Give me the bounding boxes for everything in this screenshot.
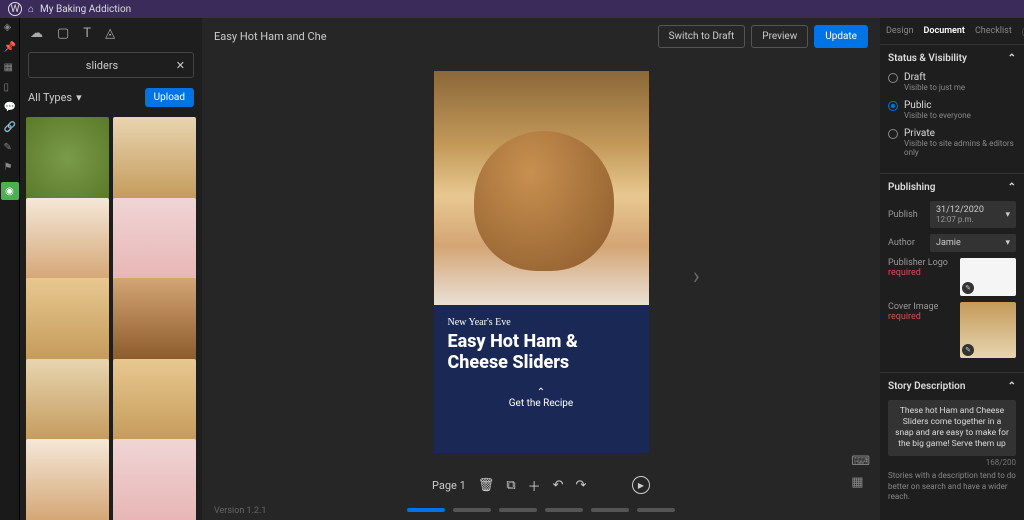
- story-title-input[interactable]: [214, 30, 334, 43]
- media-thumb[interactable]: [113, 439, 196, 520]
- delete-icon[interactable]: 🗑: [478, 478, 495, 493]
- site-name[interactable]: My Baking Addiction: [40, 4, 131, 15]
- status-draft[interactable]: DraftVisible to just me: [888, 72, 1016, 92]
- dashboard-icon[interactable]: ◈: [4, 22, 16, 34]
- preview-button[interactable]: Preview: [751, 25, 808, 48]
- version-label: Version 1.2.1: [214, 506, 266, 516]
- wp-sidebar-rail: ◈ 📌 ▦ ▯ 💬 🔗 ✎ ⚑ ◉: [0, 18, 20, 520]
- media-thumb[interactable]: [26, 439, 109, 520]
- upload-cloud-icon[interactable]: ☁: [30, 26, 43, 41]
- comments-icon[interactable]: 💬: [4, 102, 16, 114]
- page-indicator[interactable]: [591, 508, 629, 512]
- media-thumb[interactable]: [26, 278, 109, 361]
- char-count: 168/200: [888, 458, 1016, 467]
- stories-icon[interactable]: ◉: [1, 182, 19, 200]
- pin-icon[interactable]: 📌: [4, 42, 16, 54]
- redo-icon[interactable]: ↷: [576, 478, 587, 493]
- media-search[interactable]: ✕: [28, 52, 194, 78]
- page-indicators: [202, 500, 880, 520]
- grid-view-icon[interactable]: ▦: [851, 475, 870, 490]
- chevron-down-icon: ▾: [76, 91, 82, 104]
- story-page[interactable]: HAPPY NEW YEAR! New Year's Eve Easy Hot …: [434, 71, 649, 453]
- image-icon[interactable]: ▢: [57, 26, 69, 41]
- canvas-area: Switch to Draft Preview Update HAPPY NEW…: [202, 18, 880, 520]
- page-indicator[interactable]: [407, 508, 445, 512]
- plugins-icon[interactable]: ⚑: [4, 162, 16, 174]
- page-indicator[interactable]: [545, 508, 583, 512]
- status-heading: Status & Visibility: [888, 53, 967, 64]
- duplicate-icon[interactable]: ⧉: [506, 478, 515, 493]
- clear-icon[interactable]: ✕: [176, 59, 185, 72]
- story-hero-image[interactable]: [434, 71, 649, 321]
- text-icon[interactable]: T: [83, 26, 91, 41]
- media-grid: [20, 113, 202, 520]
- update-button[interactable]: Update: [814, 25, 868, 48]
- media-thumb[interactable]: [113, 359, 196, 442]
- keyboard-icon[interactable]: ⌨: [851, 454, 870, 469]
- edit-icon[interactable]: ✎: [962, 282, 974, 294]
- author-select[interactable]: Jamie▾: [930, 234, 1016, 252]
- pages-icon[interactable]: ▯: [4, 82, 16, 94]
- media-thumb[interactable]: [113, 117, 196, 200]
- story-subtitle[interactable]: New Year's Eve: [448, 317, 635, 328]
- tab-checklist[interactable]: Checklist: [975, 26, 1012, 36]
- status-private[interactable]: PrivateVisible to site admins & editors …: [888, 128, 1016, 157]
- page-indicator[interactable]: [499, 508, 537, 512]
- tab-document[interactable]: Document: [924, 26, 965, 36]
- edit-icon[interactable]: ✎: [962, 344, 974, 356]
- description-hint: Stories with a description tend to do be…: [888, 471, 1016, 502]
- play-icon[interactable]: ▶: [632, 476, 650, 494]
- chevron-up-icon[interactable]: ⌃: [1008, 182, 1016, 193]
- wordpress-icon[interactable]: W: [8, 2, 22, 16]
- status-public[interactable]: PublicVisible to everyone: [888, 100, 1016, 120]
- home-icon[interactable]: ⌂: [28, 4, 34, 15]
- page-indicator[interactable]: [453, 508, 491, 512]
- page-indicator[interactable]: [637, 508, 675, 512]
- story-cta[interactable]: Get the Recipe: [448, 387, 635, 409]
- publish-date-picker[interactable]: 31/12/202012:07 p.m.▾: [930, 201, 1016, 228]
- description-textarea[interactable]: These hot Ham and Cheese Sliders come to…: [888, 400, 1016, 456]
- add-page-icon[interactable]: ＋: [528, 476, 541, 495]
- chevron-up-icon[interactable]: ⌃: [1008, 53, 1016, 64]
- media-thumb[interactable]: [26, 117, 109, 200]
- description-heading: Story Description: [888, 381, 965, 392]
- publisher-logo-preview[interactable]: ✎: [960, 258, 1016, 296]
- cover-image-preview[interactable]: ✎: [960, 302, 1016, 358]
- media-thumb[interactable]: [113, 278, 196, 361]
- undo-icon[interactable]: ↶: [553, 478, 564, 493]
- media-icon[interactable]: ▦: [4, 62, 16, 74]
- tab-design[interactable]: Design: [886, 26, 914, 36]
- appearance-icon[interactable]: ✎: [4, 142, 16, 154]
- link-icon[interactable]: 🔗: [4, 122, 16, 134]
- next-page-arrow-icon[interactable]: ›: [693, 262, 700, 290]
- media-thumb[interactable]: [26, 359, 109, 442]
- story-headline[interactable]: Easy Hot Ham & Cheese Sliders: [448, 332, 635, 373]
- search-input[interactable]: [37, 59, 167, 72]
- inspector-panel: Design Document Checklist ⓘ Status & Vis…: [880, 18, 1024, 520]
- media-panel: ☁ ▢ T ◬ ✕ All Types▾ Upload: [20, 18, 202, 520]
- upload-button[interactable]: Upload: [145, 88, 194, 107]
- switch-draft-button[interactable]: Switch to Draft: [658, 25, 746, 48]
- shapes-icon[interactable]: ◬: [105, 26, 115, 41]
- filter-dropdown[interactable]: All Types▾: [28, 91, 82, 104]
- chevron-up-icon[interactable]: ⌃: [1008, 381, 1016, 392]
- wp-admin-bar: W ⌂ My Baking Addiction: [0, 0, 1024, 18]
- page-label: Page 1: [432, 479, 466, 492]
- publishing-heading: Publishing: [888, 182, 935, 193]
- media-thumb[interactable]: [26, 198, 109, 281]
- media-thumb[interactable]: [113, 198, 196, 281]
